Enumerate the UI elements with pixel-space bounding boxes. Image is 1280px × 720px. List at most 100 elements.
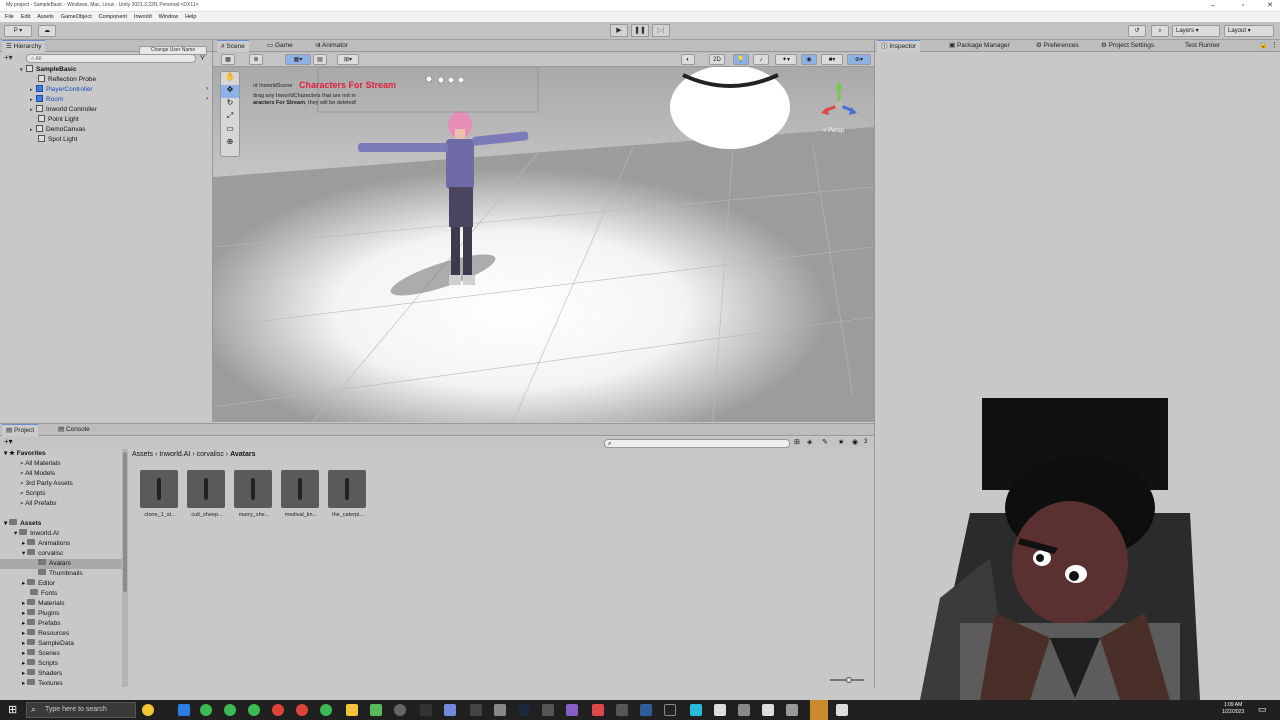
clock[interactable]: 1:09 AM 1/22/2023 xyxy=(1222,702,1244,716)
app-icon[interactable] xyxy=(616,704,628,716)
unity-icon[interactable] xyxy=(714,704,726,716)
zoom-slider[interactable] xyxy=(830,677,864,683)
tree-item[interactable]: ▾ corvalisc xyxy=(22,549,63,559)
app-icon[interactable] xyxy=(786,704,798,716)
hand-tool-icon[interactable]: ✋ xyxy=(221,72,239,85)
hierarchy-item-reflection-probe[interactable]: Reflection Probe xyxy=(38,75,96,85)
app-icon[interactable] xyxy=(664,704,676,716)
minimize-button[interactable]: – xyxy=(1205,1,1221,11)
layers-dropdown[interactable]: Layers ▾ xyxy=(1172,25,1220,37)
windows-start-icon[interactable]: ⊞ xyxy=(8,703,17,716)
tab-game[interactable]: ▭ Game xyxy=(263,40,297,52)
close-button[interactable]: ✕ xyxy=(1262,1,1278,11)
tree-item[interactable]: ▸ Plugins xyxy=(22,609,59,619)
hierarchy-item-point-light[interactable]: Point Light xyxy=(38,115,79,125)
menu-help[interactable]: Help xyxy=(185,12,196,22)
favorite-item[interactable]: ⌕ Scripts xyxy=(20,489,45,499)
tree-item[interactable]: ▸ Resources xyxy=(22,629,69,639)
tab-inspector[interactable]: ⓘ Inspector xyxy=(877,40,921,52)
perspective-label[interactable]: < Persp xyxy=(823,128,844,134)
step-button[interactable]: ▷| xyxy=(652,24,670,37)
asset-item[interactable]: marry_she... xyxy=(234,470,274,526)
scene-viewport[interactable]: ✋ ✥ ↻ ⤢ ▭ ⊕ Characters For Stream nt Inw… xyxy=(213,67,874,422)
chrome-icon[interactable] xyxy=(224,704,236,716)
add-icon[interactable]: +▾ xyxy=(4,53,13,62)
hierarchy-item-spot-light[interactable]: Spot Light xyxy=(38,135,77,145)
scale-tool-icon[interactable]: ⤢ xyxy=(221,111,239,124)
unity-icon[interactable] xyxy=(836,704,848,716)
app-icon[interactable] xyxy=(640,704,652,716)
assets-header[interactable]: ▾ Assets xyxy=(4,519,41,529)
menu-window[interactable]: Window xyxy=(159,12,179,22)
chevron-right-icon[interactable]: › xyxy=(206,96,208,102)
tab-animator[interactable]: ⇉ Animator xyxy=(311,40,352,52)
breadcrumb-item[interactable]: Assets xyxy=(132,451,153,458)
tab-preferences[interactable]: ⚙ Preferences xyxy=(1032,40,1083,52)
rect-tool-icon[interactable]: ▭ xyxy=(221,124,239,137)
breadcrumb-item[interactable]: corvalisc xyxy=(197,451,224,458)
layout-dropdown[interactable]: Layout ▾ xyxy=(1224,25,1274,37)
tab-package-manager[interactable]: ▣ Package Manager xyxy=(945,40,1014,52)
tree-item[interactable]: ▸ Shaders xyxy=(22,669,62,679)
grid-snap-icon[interactable]: ▦▾ xyxy=(285,54,311,65)
gizmos-dropdown[interactable]: ⊕▾ xyxy=(847,54,871,65)
favorite-item[interactable]: ⌕ All Models xyxy=(20,469,55,479)
notification-icon[interactable]: ▭ xyxy=(1258,704,1267,715)
active-app-icon[interactable] xyxy=(810,700,828,720)
asset-item[interactable]: medival_kn... xyxy=(281,470,321,526)
filter-icon[interactable]: ✎ xyxy=(822,438,828,446)
chevron-right-icon[interactable]: › xyxy=(206,86,208,92)
chrome-icon[interactable] xyxy=(272,704,284,716)
tree-item[interactable]: ▸ Scenes xyxy=(22,649,60,659)
hierarchy-item-scene[interactable]: ▾ SampleBasic xyxy=(20,65,76,75)
tree-item[interactable]: Fonts xyxy=(30,589,57,599)
favorite-item[interactable]: ⌕ 3rd Party Assets xyxy=(20,479,73,489)
app-icon[interactable] xyxy=(592,704,604,716)
account-button[interactable]: P ▾ xyxy=(4,25,32,37)
filter-label-icon[interactable]: ◈ xyxy=(807,438,812,446)
tree-item[interactable]: ▸ Scripts xyxy=(22,659,58,669)
cortana-icon[interactable] xyxy=(142,704,154,716)
menu-inworld[interactable]: Inworld xyxy=(134,12,152,22)
breadcrumb-item[interactable]: Inworld.AI xyxy=(159,451,190,458)
app-icon[interactable] xyxy=(394,704,406,716)
chrome-icon[interactable] xyxy=(200,704,212,716)
tab-project[interactable]: ▤ Project xyxy=(2,424,39,436)
file-explorer-icon[interactable] xyxy=(346,704,358,716)
pause-button[interactable]: ❚❚ xyxy=(631,24,649,37)
hierarchy-item-room[interactable]: ▸ Room xyxy=(30,95,63,105)
play-button[interactable]: ▶ xyxy=(610,24,628,37)
filter-type-icon[interactable]: ⊞ xyxy=(794,438,800,446)
tree-item[interactable]: ▸ SampleData xyxy=(22,639,74,649)
unity-icon[interactable] xyxy=(762,704,774,716)
history-icon[interactable]: ↺ xyxy=(1128,25,1146,37)
edge-icon[interactable] xyxy=(178,704,190,716)
favorites-header[interactable]: ▾ ★ Favorites xyxy=(4,449,46,459)
menu-edit[interactable]: Edit xyxy=(21,12,30,22)
search-icon[interactable]: ⌕ xyxy=(1151,25,1169,37)
hierarchy-item-inworld-controller[interactable]: ▸ Inworld Controller xyxy=(30,105,97,115)
tree-item-selected[interactable]: Avatars xyxy=(0,559,122,569)
hierarchy-item-player-controller[interactable]: ▸ PlayerController xyxy=(30,85,93,95)
tree-item[interactable]: Thumbnails xyxy=(38,569,83,579)
menu-file[interactable]: File xyxy=(5,12,14,22)
notepad-icon[interactable] xyxy=(370,704,382,716)
app-icon[interactable] xyxy=(494,704,506,716)
app-icon[interactable] xyxy=(470,704,482,716)
asset-item[interactable]: cult_sheep... xyxy=(187,470,227,526)
shading-icon[interactable]: ◐ xyxy=(681,54,695,65)
app-icon[interactable] xyxy=(738,704,750,716)
tab-hierarchy[interactable]: ☰ Hierarchy xyxy=(2,40,46,52)
tree-item[interactable]: ▸ Textures xyxy=(22,679,63,689)
add-icon[interactable]: +▾ xyxy=(4,437,13,446)
visual-studio-icon[interactable] xyxy=(566,704,578,716)
tree-item[interactable]: ▸ Materials xyxy=(22,599,64,609)
tab-scene[interactable]: # Scene xyxy=(217,40,249,52)
taskbar-search-input[interactable]: Type here to search xyxy=(26,702,136,718)
hierarchy-search-input[interactable]: ⌕ All xyxy=(26,54,196,63)
tree-item[interactable]: ▸ Prefabs xyxy=(22,619,60,629)
terminal-icon[interactable] xyxy=(420,704,432,716)
increment-icon[interactable]: ⊞▾ xyxy=(337,54,359,65)
discord-icon[interactable] xyxy=(444,704,456,716)
gizmo-icon[interactable]: ⊕ xyxy=(249,54,263,65)
